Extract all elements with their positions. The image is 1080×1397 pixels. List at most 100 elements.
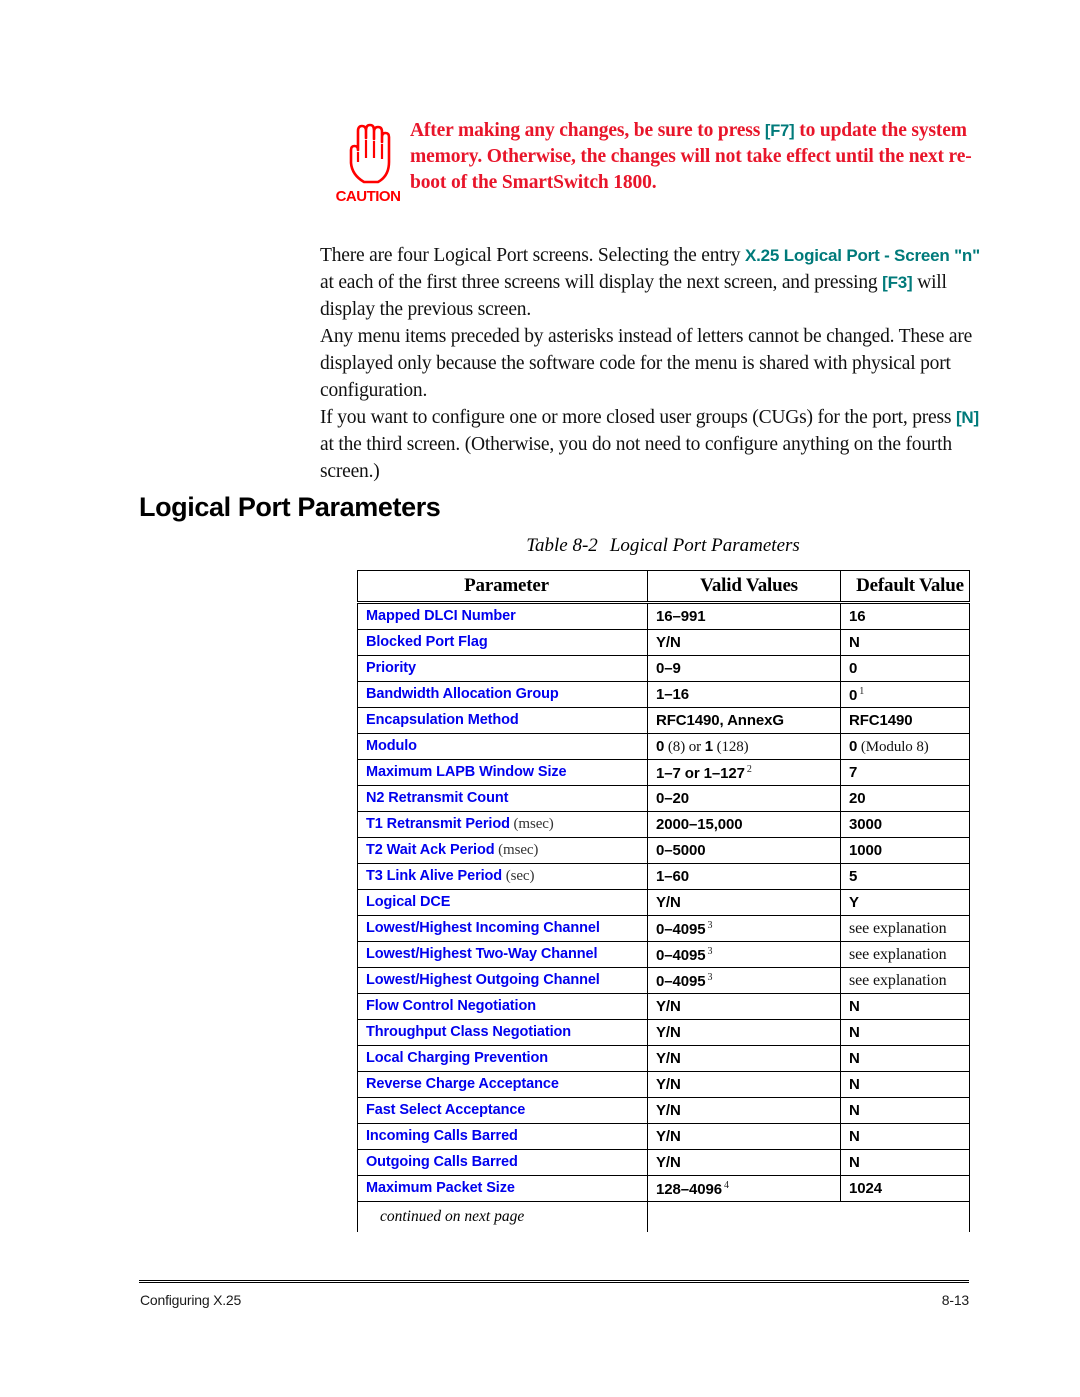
cell-valid-values: Y/N — [647, 1045, 841, 1072]
valid-value: 0–20 — [656, 790, 689, 807]
cell-default-value: N — [840, 1019, 970, 1046]
cell-valid-values: Y/N — [647, 1149, 841, 1176]
logical-port-parameters-table: Parameter Valid Values Default Value Map… — [357, 570, 970, 1232]
footnote-marker: 1 — [859, 685, 865, 697]
parameter-name: Blocked Port Flag — [366, 634, 488, 650]
footnote-marker: 3 — [707, 945, 713, 957]
table-body: Mapped DLCI Number 16–991 16 Blocked Port F… — [357, 602, 970, 1232]
cell-parameter: Reverse Charge Acceptance — [357, 1071, 648, 1098]
para1-part2: at each of the first three screens will … — [320, 271, 883, 293]
caution-icon-group: CAUTION — [330, 118, 406, 205]
parameter-name: Modulo — [366, 738, 417, 754]
valid-value: 128–4096 — [656, 1180, 722, 1198]
cell-valid-values: Y/N — [647, 889, 841, 916]
continued-spacer — [647, 1201, 841, 1232]
footer-chapter-label: Configuring X.25 — [140, 1292, 242, 1308]
para3-part2: at the third screen. (Otherwise, you do … — [320, 433, 952, 482]
default-value: 1024 — [849, 1180, 882, 1197]
parameter-name: Bandwidth Allocation Group — [366, 686, 559, 702]
cell-parameter: Logical DCE — [357, 889, 648, 916]
default-value: Y — [849, 894, 859, 911]
default-value: N — [849, 1076, 860, 1093]
default-value: N — [849, 1128, 860, 1145]
parameter-name: Maximum LAPB Window Size — [366, 764, 567, 780]
cell-default-value: N — [840, 1149, 970, 1176]
cell-default-value: N — [840, 993, 970, 1020]
table-row: Maximum LAPB Window Size 1–7 or 1–127 2 7 — [357, 759, 970, 786]
cell-parameter: T2 Wait Ack Period (msec) — [357, 837, 648, 864]
cell-parameter: Bandwidth Allocation Group — [357, 681, 648, 708]
valid-value: 0–5000 — [656, 842, 706, 859]
cell-parameter: Mapped DLCI Number — [357, 602, 648, 630]
valid-value: 0–4095 — [656, 946, 706, 964]
table-row: Flow Control Negotiation Y/N N — [357, 993, 970, 1020]
parameter-name: Lowest/Highest Incoming Channel — [366, 920, 600, 936]
default-value: 0 — [849, 660, 858, 677]
parameter-name: N2 Retransmit Count — [366, 790, 509, 806]
caution-hand-icon — [349, 123, 391, 184]
cell-parameter: Flow Control Negotiation — [357, 993, 648, 1020]
column-header-default-value: Default Value — [840, 570, 970, 604]
parameter-name: Lowest/Highest Outgoing Channel — [366, 972, 600, 988]
column-header-parameter: Parameter — [357, 570, 648, 604]
cell-parameter: T3 Link Alive Period (sec) — [357, 863, 648, 890]
table-row: Encapsulation Method RFC1490, AnnexG RFC14… — [357, 707, 970, 734]
parameter-unit: (msec) — [509, 816, 554, 832]
default-value: N — [849, 1102, 860, 1119]
parameter-name: Fast Select Acceptance — [366, 1102, 526, 1118]
cell-valid-values: 0–5000 — [647, 837, 841, 864]
caution-callout: CAUTION After making any changes, be sur… — [330, 118, 990, 205]
cell-valid-values: 0–9 — [647, 655, 841, 682]
table-continued-row: continued on next page — [357, 1201, 970, 1232]
cell-valid-values: Y/N — [647, 1097, 841, 1124]
cell-valid-values: Y/N — [647, 993, 841, 1020]
valid-value-note: (8) or — [664, 738, 705, 755]
cell-parameter: Maximum LAPB Window Size — [357, 759, 648, 786]
default-value: N — [849, 1154, 860, 1171]
cell-default-value: N — [840, 629, 970, 656]
parameter-name: Outgoing Calls Barred — [366, 1154, 518, 1170]
parameter-name: Encapsulation Method — [366, 712, 519, 728]
cell-parameter: Outgoing Calls Barred — [357, 1149, 648, 1176]
cell-default-value: N — [840, 1045, 970, 1072]
footer-divider — [139, 1280, 969, 1283]
valid-value: 0–9 — [656, 660, 681, 677]
footnote-marker: 3 — [707, 919, 713, 931]
cell-default-value: N — [840, 1123, 970, 1150]
cell-parameter: Lowest/Highest Incoming Channel — [357, 915, 648, 942]
paragraph-cug: If you want to configure one or more clo… — [320, 404, 992, 485]
paragraph-screens: There are four Logical Port screens. Sel… — [320, 242, 992, 323]
parameter-name: Local Charging Prevention — [366, 1050, 548, 1066]
table-header: Parameter Valid Values Default Value — [357, 570, 970, 604]
valid-value: 0–4095 — [656, 920, 706, 938]
valid-value: 1–60 — [656, 868, 689, 885]
page-title: Logical Port Parameters — [139, 492, 441, 523]
cell-valid-values: Y/N — [647, 1071, 841, 1098]
caution-text-part1: After making any changes, be sure to pre… — [410, 120, 765, 141]
keyword-x25-logical-port-screen: X.25 Logical Port - Screen "n" — [745, 245, 980, 265]
cell-valid-values: Y/N — [647, 1123, 841, 1150]
default-value: N — [849, 634, 860, 651]
parameter-name: Logical DCE — [366, 894, 451, 910]
table-row: Maximum Packet Size 128–4096 4 1024 — [357, 1175, 970, 1202]
default-value: 20 — [849, 790, 866, 807]
table-row: Outgoing Calls Barred Y/N N — [357, 1149, 970, 1176]
cell-default-value: 01 — [840, 681, 970, 708]
key-f7: [F7] — [764, 122, 795, 140]
valid-value: 2000–15,000 — [656, 816, 743, 833]
default-value: N — [849, 998, 860, 1015]
cell-default-value: 20 — [840, 785, 970, 812]
para2-text: Any menu items preceded by asterisks ins… — [320, 325, 973, 401]
valid-value: Y/N — [656, 1128, 681, 1145]
default-value-note: see explanation — [849, 971, 947, 989]
valid-value: 1–7 or 1–127 — [656, 764, 745, 782]
cell-default-value: 16 — [840, 602, 970, 630]
cell-default-value: Y — [840, 889, 970, 916]
valid-value: Y/N — [656, 1076, 681, 1093]
cell-default-value: 0 (Modulo 8) — [840, 733, 970, 760]
key-f3: [F3] — [882, 272, 913, 292]
table-header-row: Parameter Valid Values Default Value — [357, 570, 970, 604]
paragraph-asterisks: Any menu items preceded by asterisks ins… — [320, 323, 992, 404]
valid-value-extra-note: (128) — [712, 738, 749, 755]
cell-parameter: Local Charging Prevention — [357, 1045, 648, 1072]
